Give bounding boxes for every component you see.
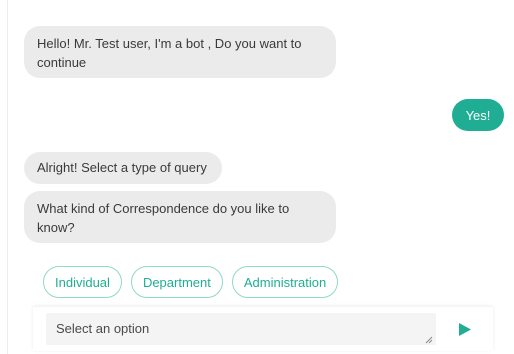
send-arrow-icon xyxy=(459,322,471,336)
bot-message: Alright! Select a type of query xyxy=(24,152,222,184)
option-department-button[interactable]: Department xyxy=(130,266,223,298)
resize-handle-icon[interactable] xyxy=(425,336,433,344)
user-message: Yes! xyxy=(452,99,504,131)
option-administration-button[interactable]: Administration xyxy=(231,266,339,298)
left-divider xyxy=(7,0,8,354)
send-button[interactable] xyxy=(456,320,474,338)
quick-reply-options: Individual Department Administration xyxy=(43,266,339,298)
message-composer xyxy=(33,307,493,351)
bot-message: Hello! Mr. Test user, I'm a bot , Do you… xyxy=(24,26,336,78)
option-individual-button[interactable]: Individual xyxy=(43,266,122,298)
message-input[interactable] xyxy=(46,313,436,345)
bot-message: What kind of Correspondence do you like … xyxy=(24,191,336,243)
